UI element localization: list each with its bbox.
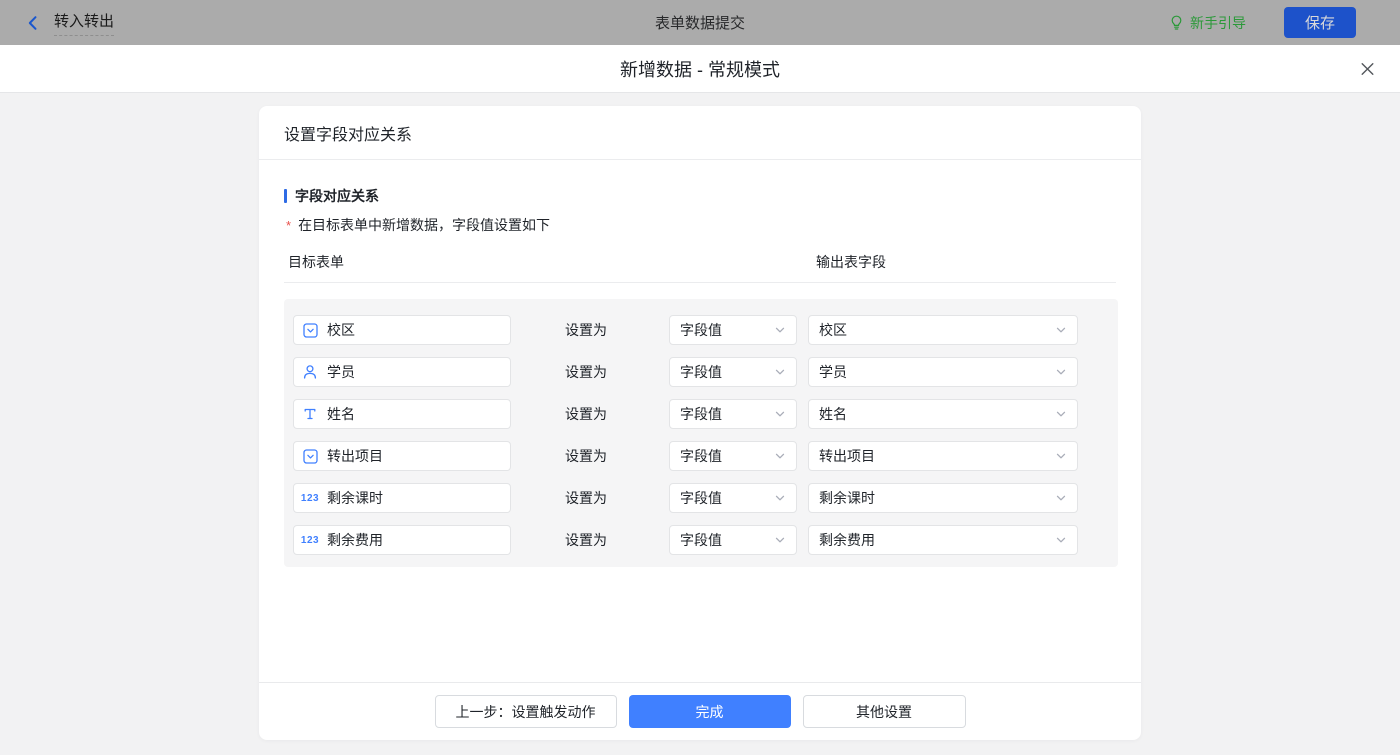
output-field-dropdown[interactable]: 转出项目 — [808, 441, 1078, 471]
back-chevron-icon[interactable] — [24, 14, 42, 32]
select-field-icon — [302, 323, 318, 338]
field-mapping-row: 123 剩余费用 设置为 字段值 剩余费用 — [293, 525, 1109, 555]
target-field-label: 转出项目 — [327, 446, 383, 466]
card-header-title: 设置字段对应关系 — [259, 106, 1141, 160]
chevron-down-icon — [1055, 324, 1067, 336]
text-field-icon — [302, 407, 318, 421]
column-output-field: 输出表字段 — [816, 252, 886, 272]
chevron-down-icon — [1055, 408, 1067, 420]
number-field-icon: 123 — [302, 493, 318, 504]
field-mapping-row: 姓名 设置为 字段值 姓名 — [293, 399, 1109, 429]
field-mapping-row: 123 剩余课时 设置为 字段值 剩余课时 — [293, 483, 1109, 513]
column-headers: 目标表单 输出表字段 — [284, 252, 1116, 283]
modal-header: 新增数据 - 常规模式 — [0, 45, 1400, 93]
column-target-form: 目标表单 — [288, 252, 344, 272]
chevron-down-icon — [774, 324, 786, 336]
card-spacer — [259, 567, 1141, 682]
target-field-input[interactable]: 123 剩余课时 — [293, 483, 511, 513]
target-field-input[interactable]: 转出项目 — [293, 441, 511, 471]
number-field-icon: 123 — [302, 535, 318, 546]
set-as-label: 设置为 — [565, 488, 607, 508]
modal-body: 设置字段对应关系 字段对应关系 * 在目标表单中新增数据，字段值设置如下 目标表… — [0, 93, 1400, 755]
target-field-label: 姓名 — [327, 404, 355, 424]
operator-dropdown[interactable]: 字段值 — [669, 399, 797, 429]
field-mapping-row: 学员 设置为 字段值 学员 — [293, 357, 1109, 387]
operator-dropdown[interactable]: 字段值 — [669, 441, 797, 471]
operator-dropdown[interactable]: 字段值 — [669, 483, 797, 513]
guide-label: 新手引导 — [1190, 13, 1246, 33]
field-mapping-row: 校区 设置为 字段值 校区 — [293, 315, 1109, 345]
set-as-label: 设置为 — [565, 404, 607, 424]
topbar-right: 新手引导 保存 — [1169, 7, 1356, 38]
topbar-left: 转入转出 — [24, 10, 114, 36]
operator-dropdown[interactable]: 字段值 — [669, 357, 797, 387]
chevron-down-icon — [774, 492, 786, 504]
target-field-input[interactable]: 校区 — [293, 315, 511, 345]
lightbulb-icon — [1169, 15, 1184, 31]
target-field-input[interactable]: 学员 — [293, 357, 511, 387]
beginner-guide-link[interactable]: 新手引导 — [1169, 13, 1246, 33]
chevron-down-icon — [774, 534, 786, 546]
other-settings-button[interactable]: 其他设置 — [803, 695, 966, 728]
flow-title[interactable]: 转入转出 — [54, 10, 114, 36]
target-field-input[interactable]: 123 剩余费用 — [293, 525, 511, 555]
set-as-label: 设置为 — [565, 320, 607, 340]
target-field-label: 剩余课时 — [327, 488, 383, 508]
output-field-dropdown[interactable]: 学员 — [808, 357, 1078, 387]
set-as-label: 设置为 — [565, 530, 607, 550]
mapping-panel: 校区 设置为 字段值 校区 学员 设置为 字段值 学员 — [284, 299, 1118, 567]
top-bar: 转入转出 表单数据提交 新手引导 保存 — [0, 0, 1400, 45]
set-as-label: 设置为 — [565, 446, 607, 466]
save-button[interactable]: 保存 — [1284, 7, 1356, 38]
close-icon[interactable] — [1359, 60, 1376, 77]
chevron-down-icon — [1055, 534, 1067, 546]
chevron-down-icon — [1055, 450, 1067, 462]
output-field-dropdown[interactable]: 剩余费用 — [808, 525, 1078, 555]
prev-step-button[interactable]: 上一步：设置触发动作 — [435, 695, 617, 728]
field-mapping-row: 转出项目 设置为 字段值 转出项目 — [293, 441, 1109, 471]
section-marker-bar — [284, 189, 287, 203]
output-field-dropdown[interactable]: 剩余课时 — [808, 483, 1078, 513]
required-asterisk: * — [286, 216, 291, 236]
hint-row: * 在目标表单中新增数据，字段值设置如下 — [284, 215, 1116, 236]
chevron-down-icon — [774, 366, 786, 378]
output-field-dropdown[interactable]: 姓名 — [808, 399, 1078, 429]
field-mapping-card: 设置字段对应关系 字段对应关系 * 在目标表单中新增数据，字段值设置如下 目标表… — [259, 106, 1141, 740]
target-field-input[interactable]: 姓名 — [293, 399, 511, 429]
chevron-down-icon — [774, 450, 786, 462]
page-title: 表单数据提交 — [655, 12, 745, 33]
card-content: 字段对应关系 * 在目标表单中新增数据，字段值设置如下 目标表单 输出表字段 校… — [259, 160, 1141, 567]
member-field-icon — [302, 364, 318, 380]
target-field-label: 学员 — [327, 362, 355, 382]
select-field-icon — [302, 449, 318, 464]
section-title-row: 字段对应关系 — [284, 186, 1116, 206]
modal-title: 新增数据 - 常规模式 — [620, 56, 780, 82]
output-field-dropdown[interactable]: 校区 — [808, 315, 1078, 345]
chevron-down-icon — [1055, 492, 1067, 504]
hint-text: 在目标表单中新增数据，字段值设置如下 — [298, 215, 550, 235]
card-footer: 上一步：设置触发动作 完成 其他设置 — [259, 682, 1141, 740]
target-field-label: 剩余费用 — [327, 530, 383, 550]
operator-dropdown[interactable]: 字段值 — [669, 315, 797, 345]
operator-dropdown[interactable]: 字段值 — [669, 525, 797, 555]
chevron-down-icon — [774, 408, 786, 420]
done-button[interactable]: 完成 — [629, 695, 791, 728]
target-field-label: 校区 — [327, 320, 355, 340]
chevron-down-icon — [1055, 366, 1067, 378]
set-as-label: 设置为 — [565, 362, 607, 382]
section-title: 字段对应关系 — [295, 186, 379, 206]
